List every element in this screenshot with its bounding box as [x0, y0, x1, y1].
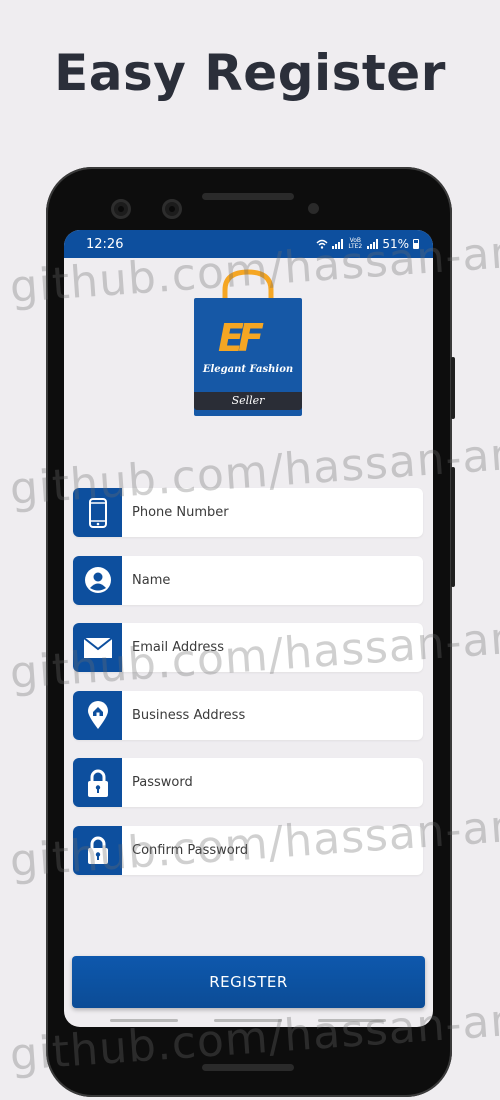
password-field [73, 758, 423, 808]
password-input[interactable] [122, 758, 423, 808]
register-button[interactable]: REGISTER [72, 956, 425, 1008]
name-field [73, 555, 423, 605]
brand-name: Elegant Fashion [202, 364, 294, 375]
confirm-password-input[interactable] [122, 825, 423, 875]
battery-percent: 51% [382, 237, 409, 251]
status-time: 12:26 [86, 236, 124, 252]
email-input[interactable] [122, 623, 423, 673]
app-logo: EF Elegant Fashion Seller [193, 268, 303, 416]
brand-tagline: Seller [194, 392, 302, 410]
bottom-speaker [202, 1064, 294, 1071]
lock-icon [73, 758, 122, 808]
wifi-icon [316, 239, 328, 249]
phone-number-field [73, 488, 423, 537]
brand-mark: EF [218, 316, 264, 360]
status-bar: 12:26 VoB LTE2 51% [64, 230, 433, 258]
phone-number-input[interactable] [122, 488, 423, 537]
register-form [73, 488, 423, 894]
proximity-sensor [308, 203, 319, 214]
nav-home-button[interactable] [214, 1019, 282, 1022]
nav-back-button[interactable] [318, 1019, 386, 1022]
email-field [73, 623, 423, 673]
phone-frame: 12:26 VoB LTE2 51% EF Elegant Fashion Se… [46, 167, 455, 1097]
name-input[interactable] [122, 555, 423, 605]
front-camera-icon [162, 199, 182, 219]
battery-icon [413, 239, 419, 249]
promo-title: Easy Register [54, 44, 446, 102]
person-icon [73, 555, 122, 605]
business-address-field [73, 690, 423, 740]
nav-recent-button[interactable] [110, 1019, 178, 1022]
app-screen: 12:26 VoB LTE2 51% EF Elegant Fashion Se… [64, 230, 433, 1027]
signal-icon [367, 239, 379, 249]
network-label: VoB LTE2 [348, 237, 363, 250]
lock-icon [73, 825, 122, 875]
power-button [451, 467, 455, 587]
status-icons: VoB LTE2 51% [316, 237, 419, 251]
location-pin-icon [73, 690, 122, 740]
signal-icon [332, 239, 344, 249]
volume-button [451, 357, 455, 419]
mail-icon [73, 623, 122, 673]
confirm-password-field [73, 825, 423, 875]
phone-icon [73, 488, 122, 537]
business-address-input[interactable] [122, 690, 423, 740]
earpiece-speaker [202, 193, 294, 200]
front-camera-icon [111, 199, 131, 219]
